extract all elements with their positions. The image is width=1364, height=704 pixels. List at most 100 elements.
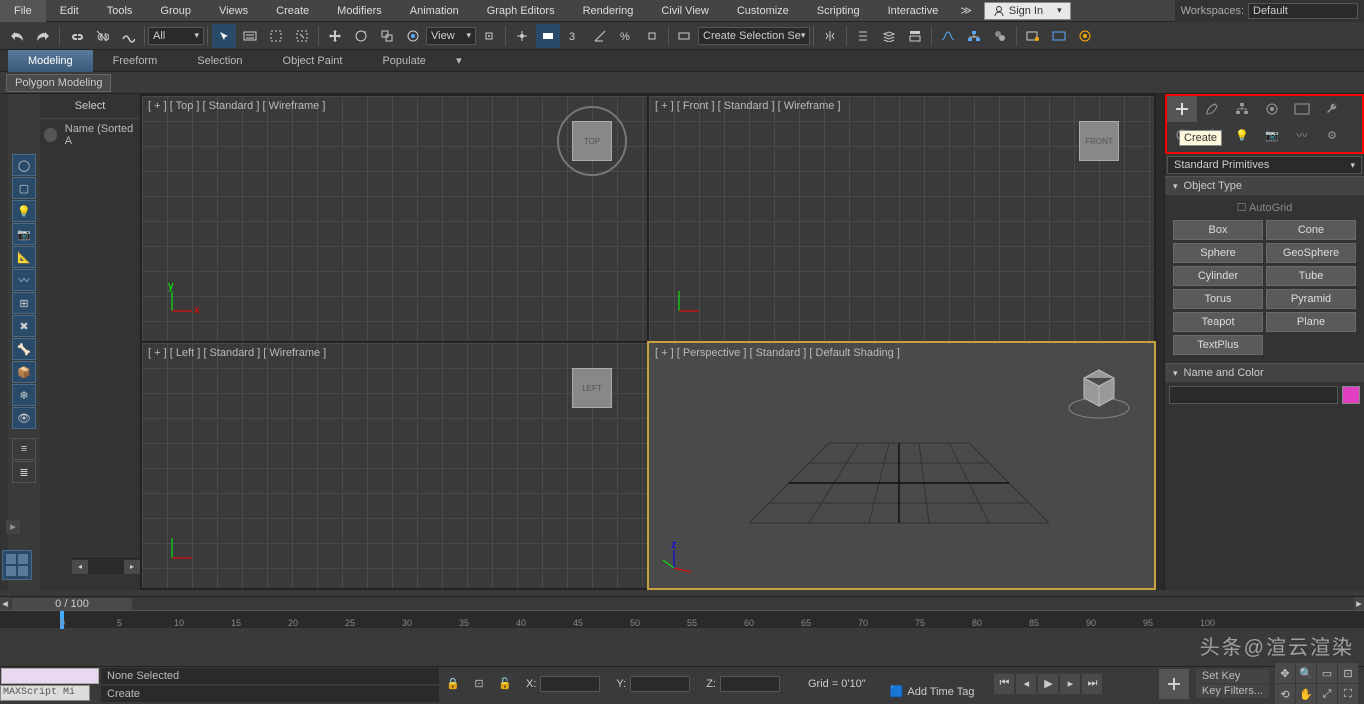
nav-fov-icon[interactable]: ▭ xyxy=(1317,663,1337,683)
scene-explorer-scroll[interactable]: ◂▸ xyxy=(72,558,140,574)
viewport-left-label[interactable]: [ + ] [ Left ] [ Standard ] [ Wireframe … xyxy=(148,347,326,359)
nav-walk-icon[interactable]: ⤢ xyxy=(1317,684,1337,704)
plane-button[interactable]: Plane xyxy=(1266,312,1356,332)
y-coord-input[interactable] xyxy=(630,676,690,692)
nav-maximize-icon[interactable]: ⛶ xyxy=(1338,684,1358,704)
workspace-input[interactable] xyxy=(1248,3,1358,19)
teapot-button[interactable]: Teapot xyxy=(1173,312,1263,332)
key-filters-button[interactable]: Key Filters... xyxy=(1196,684,1269,698)
set-key-button[interactable]: Set Key xyxy=(1196,669,1269,683)
modify-tab-icon[interactable] xyxy=(1197,96,1227,122)
align-icon[interactable] xyxy=(851,24,875,48)
angle-snap-icon[interactable] xyxy=(588,24,612,48)
helpers-cat-icon[interactable]: 〰 xyxy=(1287,122,1317,148)
viewport-front[interactable]: [ + ] [ Front ] [ Standard ] [ Wireframe… xyxy=(649,96,1154,341)
selection-lock-icon[interactable]: 🔓 xyxy=(493,672,517,696)
create-tab-icon[interactable] xyxy=(1167,96,1197,122)
mirror-icon[interactable] xyxy=(818,24,842,48)
viewport-top-label[interactable]: [ + ] [ Top ] [ Standard ] [ Wireframe ] xyxy=(148,100,325,112)
schematic-view-icon[interactable] xyxy=(962,24,986,48)
tube-button[interactable]: Tube xyxy=(1266,266,1356,286)
select-by-name-icon[interactable] xyxy=(238,24,262,48)
viewcube-front[interactable]: FRONT xyxy=(1064,106,1134,176)
nav-pan-view-icon[interactable]: ✋ xyxy=(1296,684,1316,704)
placement-icon[interactable] xyxy=(401,24,425,48)
next-frame-icon[interactable]: ▸ xyxy=(1060,674,1080,694)
bind-icon[interactable] xyxy=(116,24,140,48)
nav-orbit-icon[interactable]: ⟲ xyxy=(1275,684,1295,704)
menu-modifiers[interactable]: Modifiers xyxy=(323,0,396,22)
tab-freeform[interactable]: Freeform xyxy=(93,50,178,72)
lock-selection-icon[interactable]: 🔒 xyxy=(441,672,465,696)
display-geometry-icon[interactable]: ▢ xyxy=(12,177,36,199)
menu-file[interactable]: File xyxy=(0,0,46,22)
cameras-cat-icon[interactable]: 📷 xyxy=(1257,122,1287,148)
window-crossing-icon[interactable] xyxy=(290,24,314,48)
signin-button[interactable]: Sign In ▾ xyxy=(984,2,1071,20)
pyramid-button[interactable]: Pyramid xyxy=(1266,289,1356,309)
name-color-header[interactable]: Name and Color xyxy=(1165,363,1364,382)
goto-end-icon[interactable]: ⏭ xyxy=(1082,674,1102,694)
menu-interactive[interactable]: Interactive xyxy=(874,0,953,22)
keyboard-shortcut-icon[interactable] xyxy=(536,24,560,48)
menu-views[interactable]: Views xyxy=(205,0,262,22)
list-icon[interactable]: ≡ xyxy=(12,438,36,460)
undo-icon[interactable] xyxy=(5,24,29,48)
nav-zoom-extents-icon[interactable]: ⊡ xyxy=(1338,663,1358,683)
menu-animation[interactable]: Animation xyxy=(396,0,473,22)
spacewarps-cat-icon[interactable]: ⚙ xyxy=(1317,122,1347,148)
named-selection-dropdown[interactable]: Create Selection Se xyxy=(698,27,810,45)
box-button[interactable]: Box xyxy=(1173,220,1263,240)
time-slider-track[interactable] xyxy=(134,597,1354,611)
x-coord-input[interactable] xyxy=(540,676,600,692)
timeslider-prev-icon[interactable]: ◂ xyxy=(0,597,10,611)
timeslider-next-icon[interactable]: ▸ xyxy=(1354,597,1364,611)
render-setup-icon[interactable] xyxy=(1021,24,1045,48)
geosphere-button[interactable]: GeoSphere xyxy=(1266,243,1356,263)
hierarchy-tab-icon[interactable] xyxy=(1227,96,1257,122)
rotate-icon[interactable] xyxy=(349,24,373,48)
add-time-tag-button[interactable]: Add Time Tag xyxy=(907,686,974,698)
render-frame-icon[interactable] xyxy=(1047,24,1071,48)
viewport-front-label[interactable]: [ + ] [ Front ] [ Standard ] [ Wireframe… xyxy=(655,100,841,112)
frame-counter[interactable]: 0 / 100 xyxy=(12,598,132,610)
display-xref-icon[interactable]: ✖ xyxy=(12,315,36,337)
curve-editor-icon[interactable] xyxy=(936,24,960,48)
display-hidden-icon[interactable]: 👁 xyxy=(12,407,36,429)
autogrid-checkbox[interactable]: ☐ AutoGrid xyxy=(1169,199,1360,216)
menu-tools[interactable]: Tools xyxy=(93,0,147,22)
textplus-button[interactable]: TextPlus xyxy=(1173,335,1263,355)
viewcube-top[interactable]: TOP xyxy=(557,106,627,176)
snap-toggle-icon[interactable]: 3 xyxy=(562,24,586,48)
tab-modeling[interactable]: Modeling xyxy=(8,50,93,72)
percent-snap-icon[interactable]: % xyxy=(614,24,638,48)
motion-tab-icon[interactable] xyxy=(1257,96,1287,122)
menu-group[interactable]: Group xyxy=(146,0,205,22)
display-groups-icon[interactable]: ⊞ xyxy=(12,292,36,314)
prev-frame-icon[interactable]: ◂ xyxy=(1016,674,1036,694)
object-color-swatch[interactable] xyxy=(1342,386,1360,404)
utilities-tab-icon[interactable] xyxy=(1317,96,1347,122)
unlink-icon[interactable] xyxy=(90,24,114,48)
manipulate-icon[interactable] xyxy=(510,24,534,48)
menu-create[interactable]: Create xyxy=(262,0,323,22)
viewport-persp-label[interactable]: [ + ] [ Perspective ] [ Standard ] [ Def… xyxy=(655,347,900,359)
display-frozen-icon[interactable]: ❄ xyxy=(12,384,36,406)
spinner-snap-icon[interactable] xyxy=(640,24,664,48)
cone-button[interactable]: Cone xyxy=(1266,220,1356,240)
rect-region-icon[interactable] xyxy=(264,24,288,48)
workspace-selector[interactable]: Workspaces: xyxy=(1175,0,1364,22)
toggle-ribbon-icon[interactable] xyxy=(903,24,927,48)
object-type-header[interactable]: Object Type xyxy=(1165,176,1364,195)
display-lights-icon[interactable]: 💡 xyxy=(12,200,36,222)
select-object-icon[interactable] xyxy=(212,24,236,48)
expand-panel-icon[interactable]: ▸ xyxy=(6,520,20,534)
link-icon[interactable] xyxy=(64,24,88,48)
display-all-icon[interactable]: ◯ xyxy=(12,154,36,176)
menu-edit[interactable]: Edit xyxy=(46,0,93,22)
menu-overflow-icon[interactable]: ≫ xyxy=(952,4,980,17)
torus-button[interactable]: Torus xyxy=(1173,289,1263,309)
isolate-icon[interactable]: ⊡ xyxy=(467,672,491,696)
tab-object-paint[interactable]: Object Paint xyxy=(263,50,363,72)
viewport-perspective[interactable]: [ + ] [ Perspective ] [ Standard ] [ Def… xyxy=(649,343,1154,588)
